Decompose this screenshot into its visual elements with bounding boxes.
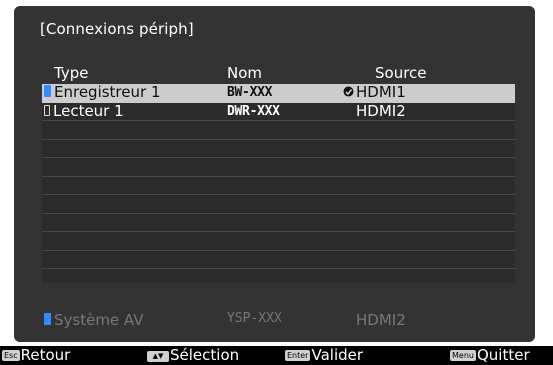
empty-row: [42, 214, 515, 232]
up-down-arrows-icon: ▲▼: [147, 351, 169, 362]
active-source-icon: [343, 86, 354, 97]
empty-row: [42, 158, 515, 177]
device-outline-icon: [44, 104, 50, 116]
page-title: [Connexions périph]: [40, 20, 194, 38]
empty-row: [42, 121, 515, 140]
device-connections-panel: [Connexions périph] Type Nom Source Enre…: [14, 6, 535, 342]
empty-row: [42, 195, 515, 214]
device-list[interactable]: Enregistreur 1 BW-XXX HDMI1 Lecteur 1 DW…: [42, 84, 515, 283]
device-name: DWR-XXX: [227, 103, 280, 119]
select-label: Sélection: [170, 346, 240, 364]
device-source-cell: HDMI1: [343, 83, 406, 101]
av-system-name: YSP-XXX: [227, 311, 282, 326]
column-header-type: Type: [54, 64, 89, 82]
empty-row: [42, 177, 515, 195]
device-row[interactable]: Lecteur 1 DWR-XXX HDMI2: [42, 101, 515, 121]
device-source: HDMI2: [356, 101, 406, 120]
enter-label: Valider: [311, 346, 364, 364]
key-guide-footer: Esc Retour ▲▼ Sélection Enter Valider Menu Q…: [0, 346, 553, 365]
device-type-cell: Lecteur 1: [44, 101, 124, 120]
quit-label: Quitter: [476, 346, 530, 364]
enter-key-icon: Enter: [285, 350, 311, 361]
back-label: Retour: [20, 346, 71, 364]
device-source: HDMI1: [356, 83, 406, 101]
back-hint[interactable]: Esc Retour: [2, 346, 70, 365]
device-type: Lecteur 1: [53, 101, 124, 120]
empty-row: [42, 269, 515, 287]
column-headers: Type Nom Source: [44, 64, 514, 82]
av-system-source: HDMI2: [356, 311, 406, 329]
device-row[interactable]: Enregistreur 1 BW-XXX HDMI1: [42, 84, 515, 103]
device-filled-icon: [44, 313, 51, 325]
column-header-name: Nom: [227, 64, 263, 82]
empty-row: [42, 232, 515, 251]
av-system-type: Système AV: [54, 311, 144, 329]
device-filled-icon: [44, 85, 51, 97]
quit-hint[interactable]: Menu Quitter: [450, 346, 530, 365]
device-connections-screen: [Connexions périph] Type Nom Source Enre…: [0, 0, 553, 365]
column-header-source: Source: [375, 64, 427, 82]
menu-key-icon: Menu: [450, 350, 476, 361]
enter-hint[interactable]: Enter Valider: [285, 346, 363, 365]
empty-row: [42, 251, 515, 269]
device-name: BW-XXX: [227, 85, 273, 100]
select-hint[interactable]: ▲▼ Sélection: [147, 346, 239, 365]
empty-row: [42, 140, 515, 158]
esc-key-icon: Esc: [2, 350, 20, 361]
device-type: Enregistreur 1: [54, 83, 161, 101]
av-system-type-cell: Système AV: [44, 311, 144, 329]
av-system-row: Système AV YSP-XXX HDMI2: [42, 311, 515, 329]
device-type-cell: Enregistreur 1: [44, 84, 161, 101]
